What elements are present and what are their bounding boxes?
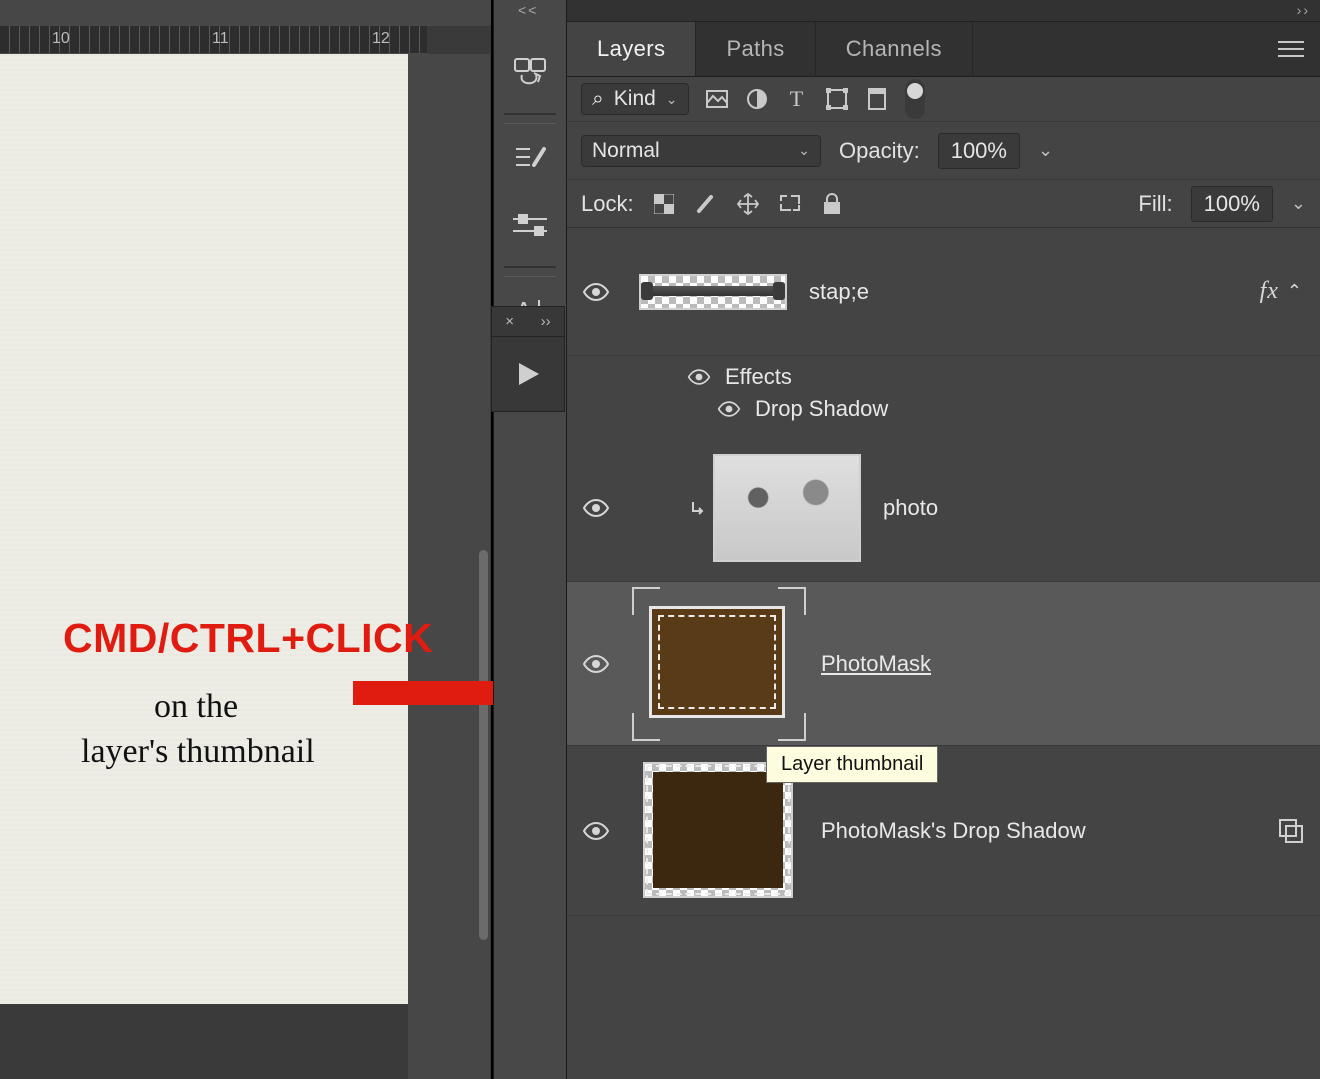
visibility-eye-icon[interactable] [687, 365, 711, 389]
layers-panel: ›› Layers Paths Channels ⌕ Kind ⌄ T [567, 0, 1320, 1079]
effects-collapse-icon[interactable]: ⌃ [1287, 281, 1302, 302]
expand-arrows-icon[interactable]: ›› [541, 313, 551, 330]
layer-name[interactable]: stap;e [809, 279, 869, 305]
visibility-eye-icon[interactable] [582, 650, 610, 678]
panel-menu-icon[interactable] [1262, 22, 1320, 76]
fill-label: Fill: [1138, 191, 1172, 217]
layer-thumbnail[interactable] [639, 594, 799, 734]
effects-heading: Effects [725, 364, 792, 390]
expand-arrows-icon[interactable]: ›› [1297, 2, 1310, 18]
search-icon: ⌕ [592, 87, 604, 111]
blend-mode-value: Normal [592, 139, 660, 163]
filter-pixel-icon[interactable] [705, 87, 729, 111]
fill-input[interactable]: 100% [1191, 186, 1273, 222]
lock-transparency-icon[interactable] [652, 192, 676, 216]
chevron-down-icon[interactable]: ⌄ [1291, 193, 1306, 214]
layer-row[interactable]: photo [567, 434, 1320, 582]
close-icon[interactable]: × [505, 313, 514, 330]
panel-grip[interactable] [567, 0, 1320, 22]
brush-settings-icon[interactable] [498, 198, 562, 254]
effects-sublist: Effects Drop Shadow [567, 356, 1320, 434]
collapsed-panel-dock: A [493, 0, 567, 1079]
tooltip: Layer thumbnail [766, 746, 938, 783]
ruler-mark: 11 [212, 30, 229, 48]
upper-strip [0, 0, 491, 26]
document-canvas[interactable] [0, 54, 408, 1004]
horizontal-ruler[interactable]: 10 11 12 [0, 26, 427, 54]
layer-thumbnail[interactable] [639, 274, 787, 310]
lock-all-icon[interactable] [820, 192, 844, 216]
filter-kind-dropdown[interactable]: ⌕ Kind ⌄ [581, 83, 689, 115]
filter-adjustment-icon[interactable] [745, 87, 769, 111]
layer-row[interactable]: PhotoMask [567, 582, 1320, 746]
opacity-value: 100% [951, 138, 1007, 164]
chevron-down-icon: ⌄ [798, 142, 810, 159]
chevron-down-icon[interactable]: ⌄ [1038, 140, 1053, 161]
visibility-eye-icon[interactable] [717, 397, 741, 421]
filter-type-icon[interactable]: T [785, 87, 809, 111]
annotation-line: on the [154, 688, 238, 726]
lock-label: Lock: [581, 191, 634, 217]
tab-layers[interactable]: Layers [567, 22, 696, 76]
opacity-label: Opacity: [839, 138, 920, 164]
layer-filter-row: ⌕ Kind ⌄ T [567, 77, 1320, 122]
filter-kind-label: Kind [614, 87, 656, 111]
lock-fill-row: Lock: Fill: 100% ⌄ [567, 180, 1320, 228]
clipping-mask-icon [689, 499, 707, 517]
canvas-pastearea [408, 54, 490, 1079]
layer-name[interactable]: PhotoMask [821, 651, 931, 677]
collapse-arrows-icon[interactable]: << [518, 2, 538, 18]
filter-toggle[interactable] [905, 79, 925, 119]
play-action-button[interactable] [492, 337, 564, 411]
visibility-eye-icon[interactable] [582, 278, 610, 306]
layer-row[interactable]: stap;e fx ⌃ [567, 228, 1320, 356]
panel-tab-bar: Layers Paths Channels [567, 22, 1320, 77]
layer-row[interactable]: PhotoMask's Drop Shadow [567, 746, 1320, 916]
layer-name[interactable]: PhotoMask's Drop Shadow [821, 818, 1086, 844]
vertical-scrollbar[interactable] [479, 550, 488, 940]
filter-smart-icon[interactable] [865, 87, 889, 111]
lock-artboard-icon[interactable] [778, 192, 802, 216]
lock-position-icon[interactable] [736, 192, 760, 216]
layer-list: stap;e fx ⌃ Effects Drop Shadow photo [567, 228, 1320, 1079]
visibility-eye-icon[interactable] [582, 494, 610, 522]
fill-value: 100% [1204, 191, 1260, 217]
actions-mini-panel: × ›› [491, 306, 565, 412]
smart-object-icon [1278, 818, 1304, 844]
lock-pixels-icon[interactable] [694, 192, 718, 216]
annotation-line: layer's thumbnail [81, 733, 315, 771]
visibility-eye-icon[interactable] [582, 817, 610, 845]
blend-mode-dropdown[interactable]: Normal ⌄ [581, 135, 821, 167]
ruler-mark: 10 [52, 30, 70, 48]
filter-shape-icon[interactable] [825, 87, 849, 111]
canvas-area-wrap: 10 11 12 [0, 0, 491, 1079]
layer-thumbnail[interactable] [713, 454, 861, 562]
brush-presets-icon[interactable] [498, 130, 562, 186]
chevron-down-icon: ⌄ [666, 91, 678, 108]
tab-channels[interactable]: Channels [816, 22, 973, 76]
effect-item[interactable]: Drop Shadow [755, 396, 888, 422]
layer-name[interactable]: photo [883, 495, 938, 521]
blend-opacity-row: Normal ⌄ Opacity: 100% ⌄ [567, 122, 1320, 180]
ruler-mark: 12 [372, 30, 390, 48]
fx-indicator-icon[interactable]: fx [1260, 278, 1279, 305]
history-panel-icon[interactable] [498, 45, 562, 101]
opacity-input[interactable]: 100% [938, 133, 1020, 169]
tab-paths[interactable]: Paths [696, 22, 815, 76]
